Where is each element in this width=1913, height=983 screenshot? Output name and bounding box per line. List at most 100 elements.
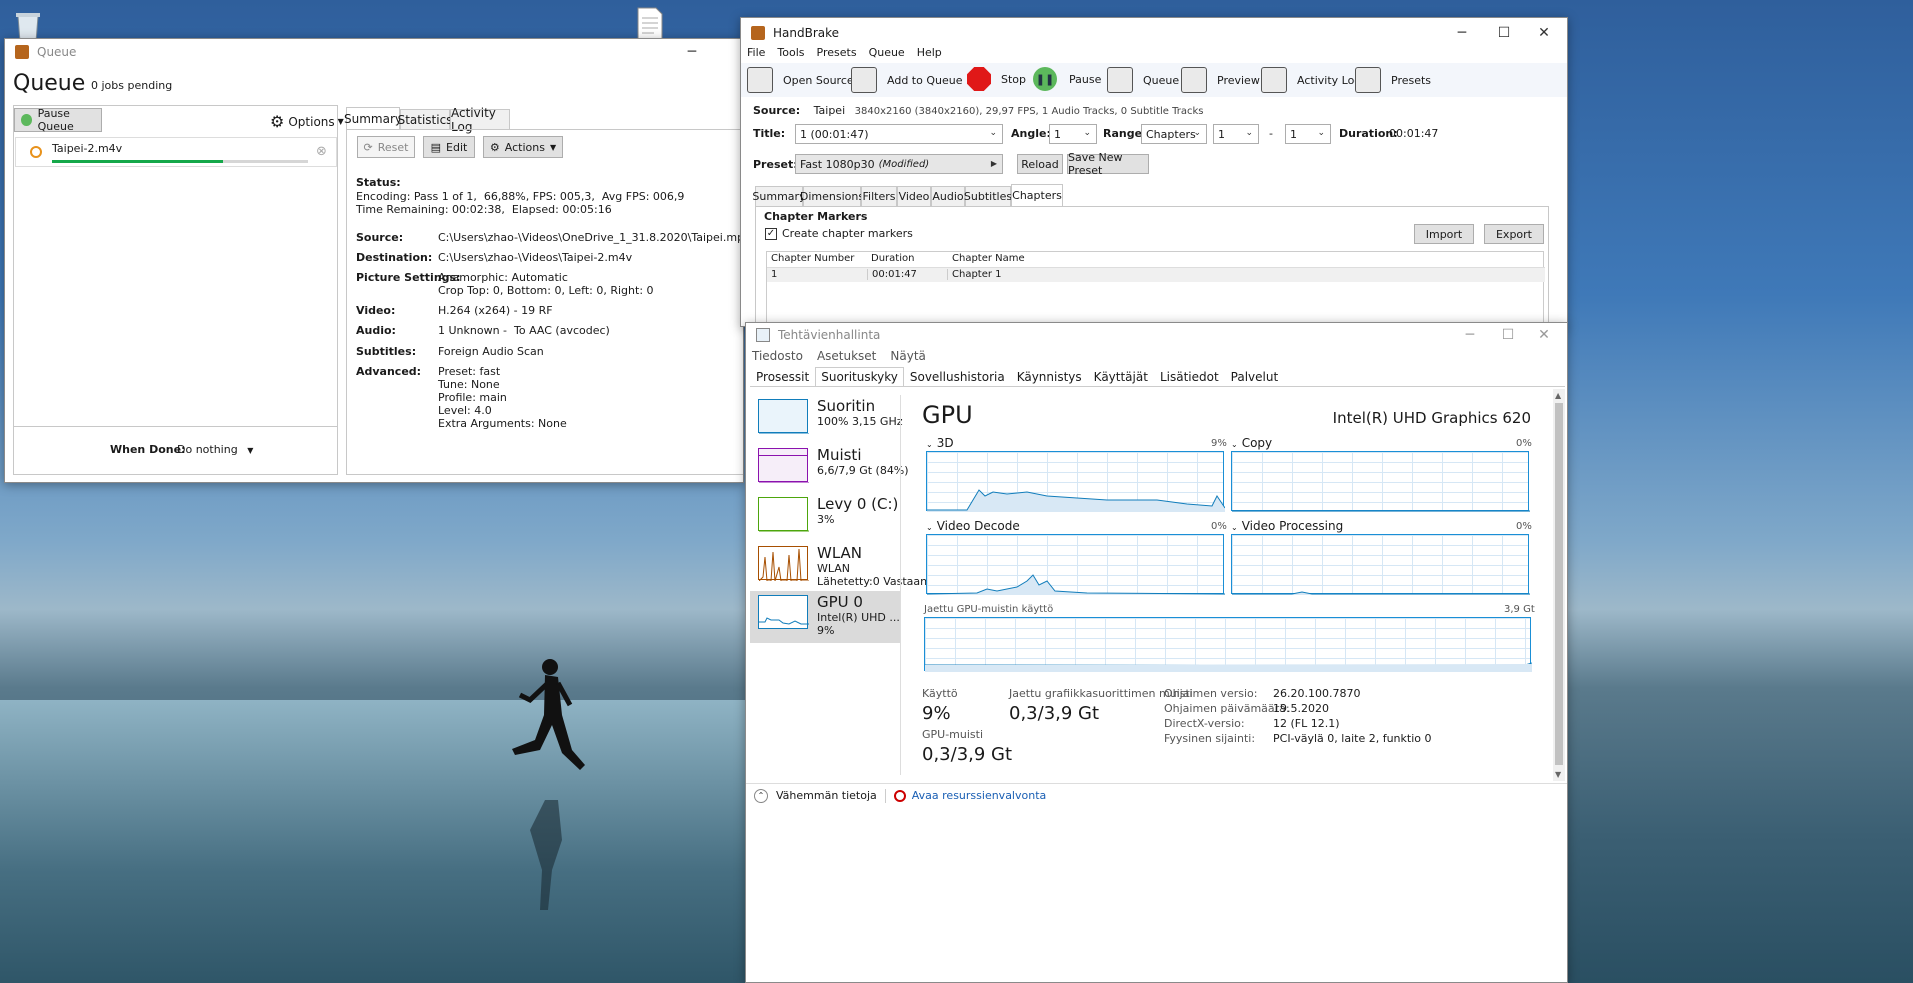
open-source-button[interactable]: Open Source: [747, 67, 854, 93]
vertical-scrollbar[interactable]: ▲ ▼: [1553, 389, 1565, 781]
graph-label[interactable]: ⌄ Video Decode: [926, 519, 1020, 533]
header-chapter-number[interactable]: Chapter Number: [771, 253, 854, 264]
sidebar-item-title: WLAN: [817, 544, 863, 562]
tab-dimensions[interactable]: Dimensions: [800, 186, 864, 206]
tab-statistics[interactable]: Statistics: [398, 109, 452, 129]
menu-tools[interactable]: Tools: [777, 46, 804, 59]
open-resource-monitor-link[interactable]: Avaa resurssienvalvonta: [893, 789, 1046, 802]
gear-icon: ⚙: [489, 140, 500, 154]
menu-view[interactable]: Näytä: [890, 349, 926, 363]
activity-log-icon: [1261, 67, 1287, 93]
tab-summary[interactable]: Summary: [344, 107, 402, 129]
sidebar-item-gpu[interactable]: GPU 0 Intel(R) UHD ... 9%: [750, 591, 900, 643]
export-button[interactable]: Export: [1484, 224, 1544, 244]
tab-suorituskyky[interactable]: Suorituskyky: [815, 367, 904, 386]
menu-file[interactable]: Tiedosto: [752, 349, 803, 363]
tab-activity-log[interactable]: Activity Log: [450, 106, 510, 134]
menu-help[interactable]: Help: [917, 46, 942, 59]
header-chapter-name[interactable]: Chapter Name: [952, 253, 1025, 264]
range-select[interactable]: Chapters ⌄: [1141, 124, 1207, 144]
create-markers-checkbox[interactable]: ✓: [765, 228, 777, 240]
tab-chapters[interactable]: Chapters: [1011, 184, 1063, 206]
graph-label[interactable]: ⌄ Copy: [1231, 436, 1272, 450]
task-manager-icon: [756, 328, 770, 342]
edit-button[interactable]: ▤ Edit: [423, 136, 475, 158]
reset-button[interactable]: ⟳ Reset: [357, 136, 415, 158]
tab-käyttäjät[interactable]: Käyttäjät: [1088, 367, 1154, 386]
sidebar-item-detail: 9%: [817, 624, 835, 637]
tab-sovellushistoria[interactable]: Sovellushistoria: [904, 367, 1011, 386]
when-done-select[interactable]: Do nothing ▼: [177, 443, 253, 456]
graph-percent: 0%: [1516, 521, 1532, 532]
tab-prosessit[interactable]: Prosessit: [750, 367, 815, 386]
title-label: Title:: [753, 127, 786, 140]
title-select[interactable]: 1 (00:01:47) ⌄: [795, 124, 1003, 144]
tab-filters[interactable]: Filters: [861, 186, 897, 206]
tab-audio[interactable]: Audio: [931, 186, 965, 206]
taskmgr-titlebar[interactable]: Tehtävienhallinta: [746, 323, 1567, 347]
pause-queue-button[interactable]: Pause Queue: [14, 107, 102, 133]
tab-lisätiedot[interactable]: Lisätiedot: [1154, 367, 1225, 386]
preset-select[interactable]: Fast 1080p30 (Modified) ▶: [795, 154, 1003, 174]
preset-label: Preset:: [753, 158, 798, 171]
remove-job-icon[interactable]: ⊗: [316, 144, 327, 159]
menu-file[interactable]: File: [747, 46, 765, 59]
angle-select[interactable]: 1 ⌄: [1049, 124, 1097, 144]
status-label: Status:: [356, 176, 401, 189]
sidebar-item-wlan[interactable]: WLAN WLAN Lähetetty:0 Vastaan: [750, 542, 927, 594]
actions-button[interactable]: ⚙ Actions ▼: [483, 136, 563, 158]
sidebar-item-title: Levy 0 (C:): [817, 495, 899, 513]
range-label: Range:: [1103, 127, 1147, 140]
duration-value: 00:01:47: [1389, 127, 1439, 140]
range-to-select[interactable]: 1 ⌄: [1285, 124, 1331, 144]
fewer-details-button[interactable]: ⌃ Vähemmän tietoja: [754, 788, 877, 803]
menu-options[interactable]: Asetukset: [817, 349, 876, 363]
job-name: Taipei-2.m4v: [52, 142, 123, 155]
graph-label[interactable]: ⌄ 3D: [926, 436, 954, 450]
sidebar-item-muisti[interactable]: Muisti 6,6/7,9 Gt (84%): [750, 444, 909, 496]
import-button[interactable]: Import: [1414, 224, 1474, 244]
tab-palvelut[interactable]: Palvelut: [1225, 367, 1285, 386]
queue-button[interactable]: Queue: [1107, 67, 1179, 93]
sidebar-divider: [900, 395, 901, 775]
activity-log-button[interactable]: Activity Log: [1261, 67, 1361, 93]
driver-info-value: PCI-väylä 0, laite 2, funktio 0: [1273, 732, 1432, 745]
sidebar-item-levy[interactable]: Levy 0 (C:) 3%: [750, 493, 900, 545]
options-button[interactable]: ⚙ Options ▼: [270, 112, 344, 131]
save-new-preset-button[interactable]: Save New Preset: [1067, 151, 1149, 177]
driver-info-value: 26.20.100.7870: [1273, 687, 1361, 700]
queue-icon: [1107, 67, 1133, 93]
close-button[interactable]: ✕: [1521, 323, 1567, 347]
driver-info-label: DirectX-versio:: [1164, 717, 1245, 730]
gpu-engine-graph: [926, 451, 1225, 512]
chevron-right-icon: ▶: [990, 159, 997, 168]
tab-käynnistys[interactable]: Käynnistys: [1011, 367, 1088, 386]
tab-video[interactable]: Video: [897, 186, 931, 206]
queue-job-item[interactable]: Taipei-2.m4v ⊗: [15, 137, 337, 167]
tab-summary[interactable]: Summary: [752, 186, 806, 206]
header-duration[interactable]: Duration: [871, 253, 914, 264]
tab-subtitles[interactable]: Subtitles: [964, 186, 1012, 206]
chevron-down-icon: ▼: [549, 142, 557, 152]
queue-titlebar[interactable]: Queue: [5, 39, 743, 65]
graph-label[interactable]: ⌄ Video Processing: [1231, 519, 1343, 533]
reload-button[interactable]: Reload: [1017, 154, 1063, 174]
pause-button[interactable]: ❚❚ Pause: [1033, 67, 1101, 91]
driver-info-value: 12 (FL 12.1): [1273, 717, 1340, 730]
range-from-select[interactable]: 1 ⌄: [1213, 124, 1259, 144]
preview-button[interactable]: Preview: [1181, 67, 1260, 93]
stop-button[interactable]: Stop: [967, 67, 1026, 91]
add-to-queue-button[interactable]: Add to Queue▼: [851, 67, 975, 93]
graph-percent: 0%: [1211, 521, 1227, 532]
menu-queue[interactable]: Queue: [869, 46, 905, 59]
presets-button[interactable]: Presets: [1355, 67, 1431, 93]
chevron-down-icon: ⌄: [1245, 128, 1253, 138]
sidebar-item-suoritin[interactable]: Suoritin 100% 3,15 GHz: [750, 395, 903, 447]
source-info: 3840x2160 (3840x2160), 29,97 FPS, 1 Audi…: [854, 106, 1204, 117]
menu-presets[interactable]: Presets: [817, 46, 857, 59]
document-icon[interactable]: [632, 6, 668, 42]
table-row[interactable]: 1 00:01:47 Chapter 1: [767, 267, 1545, 282]
taskmgr-footer: ⌃ Vähemmän tietoja Avaa resurssienvalvon…: [746, 783, 1567, 807]
minimize-button[interactable]: ─: [669, 39, 715, 65]
chapter-markers-heading: Chapter Markers: [764, 210, 868, 223]
